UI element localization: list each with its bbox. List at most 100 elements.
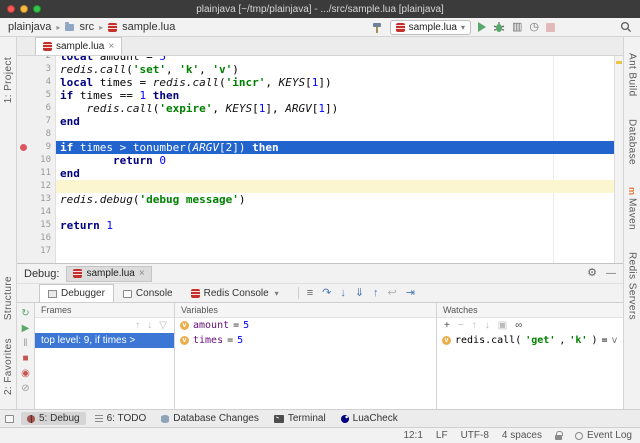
code-line[interactable] bbox=[56, 206, 623, 219]
tool-window-button-2-favorites[interactable]: 2: Favorites bbox=[3, 338, 14, 395]
coverage-icon[interactable]: ▥ bbox=[512, 21, 522, 33]
editor-line-10[interactable]: 10 return 0 bbox=[17, 154, 623, 167]
drop-frame-icon[interactable]: ↩ bbox=[388, 288, 397, 299]
editor-tab-sample-lua[interactable]: sample.lua × bbox=[35, 37, 123, 55]
editor-line-9[interactable]: 9 if times > tonumber(ARGV[2]) then bbox=[17, 141, 623, 154]
hide-frames-filter-icon[interactable]: ▽ bbox=[159, 320, 167, 331]
variable-row[interactable]: v amount = 5 bbox=[175, 318, 436, 333]
tool-window-button-structure[interactable]: Structure bbox=[3, 276, 14, 320]
gutter-line-14[interactable]: 14 bbox=[17, 206, 56, 219]
editor-line-12[interactable]: 12 bbox=[17, 180, 623, 193]
gutter-line-9[interactable]: 9 bbox=[17, 141, 56, 154]
gutter-line-13[interactable]: 13 bbox=[17, 193, 56, 206]
code-editor[interactable]: 2 local amount = 5 3 redis.call('set', 'k',… bbox=[17, 56, 623, 263]
move-watch-up-icon[interactable]: ↑ bbox=[472, 320, 477, 331]
code-line[interactable] bbox=[56, 128, 623, 141]
remove-watch-icon[interactable]: − bbox=[458, 320, 464, 331]
duplicate-watch-icon[interactable]: ▣ bbox=[498, 320, 507, 331]
run-button[interactable] bbox=[477, 22, 486, 32]
close-icon[interactable]: × bbox=[139, 268, 145, 279]
breadcrumb-file[interactable]: sample.lua bbox=[122, 21, 175, 33]
resume-icon[interactable]: ▶ bbox=[22, 322, 30, 335]
watch-row[interactable]: v redis.call('get', 'k') = v bbox=[437, 333, 623, 348]
close-window-button[interactable] bbox=[7, 5, 15, 13]
tool-window-button-1-project[interactable]: 1: Project bbox=[3, 57, 14, 103]
code-line[interactable]: local times = redis.call('incr', KEYS[1]… bbox=[56, 76, 623, 89]
editor-line-8[interactable]: 8 bbox=[17, 128, 623, 141]
tool-window-button-6-todo[interactable]: 6: TODO bbox=[89, 412, 153, 425]
variable-row[interactable]: v times = 5 bbox=[175, 333, 436, 348]
warning-stripe-marker[interactable] bbox=[616, 61, 622, 64]
breadcrumb-project[interactable]: plainjava bbox=[8, 21, 51, 33]
breakpoint-icon[interactable] bbox=[20, 144, 27, 151]
hide-tool-window-icon[interactable]: — bbox=[606, 268, 616, 279]
line-separator-indicator[interactable]: LF bbox=[436, 430, 448, 441]
editor-line-2[interactable]: 2 local amount = 5 bbox=[17, 56, 623, 63]
editor-line-4[interactable]: 4 local times = redis.call('incr', KEYS[1… bbox=[17, 76, 623, 89]
run-config-select[interactable]: sample.lua ▾ bbox=[389, 19, 471, 35]
code-line[interactable]: end bbox=[56, 115, 623, 128]
gutter-line-17[interactable]: 17 bbox=[17, 245, 56, 258]
chevron-down-icon[interactable]: ▾ bbox=[275, 289, 279, 298]
gutter-line-15[interactable]: 15 bbox=[17, 219, 56, 232]
code-line[interactable]: local amount = 5 bbox=[56, 56, 623, 63]
editor-line-5[interactable]: 5 if times == 1 then bbox=[17, 89, 623, 102]
editor-line-15[interactable]: 15 return 1 bbox=[17, 219, 623, 232]
code-line[interactable]: return 1 bbox=[56, 219, 623, 232]
code-line[interactable] bbox=[56, 180, 623, 193]
view-breakpoints-icon[interactable]: ◉ bbox=[21, 367, 30, 380]
encoding-indicator[interactable]: UTF-8 bbox=[461, 430, 489, 441]
stop-button[interactable] bbox=[546, 22, 555, 32]
debug-bug-button[interactable] bbox=[493, 21, 505, 33]
tool-window-button-maven[interactable]: m Maven bbox=[627, 187, 638, 230]
editor-line-14[interactable]: 14 bbox=[17, 206, 623, 219]
gutter-line-6[interactable]: 6 bbox=[17, 102, 56, 115]
gutter-line-3[interactable]: 3 bbox=[17, 63, 56, 76]
build-hammer-icon[interactable] bbox=[372, 22, 383, 33]
pause-icon[interactable]: ‖ bbox=[23, 337, 27, 350]
editor-line-16[interactable]: 16 bbox=[17, 232, 623, 245]
gutter-line-5[interactable]: 5 bbox=[17, 89, 56, 102]
tool-window-button-ant-build[interactable]: Ant Build bbox=[627, 53, 638, 97]
force-step-into-icon[interactable]: ⇓ bbox=[355, 288, 364, 299]
editor-line-17[interactable]: 17 bbox=[17, 245, 623, 258]
step-over-icon[interactable]: ↷ bbox=[322, 288, 331, 299]
add-watch-icon[interactable]: + bbox=[444, 320, 450, 331]
indent-indicator[interactable]: 4 spaces bbox=[502, 430, 542, 441]
editor-line-6[interactable]: 6 redis.call('expire', KEYS[1], ARGV[1]) bbox=[17, 102, 623, 115]
breadcrumb-src[interactable]: src bbox=[79, 21, 94, 33]
debug-session-tab[interactable]: sample.lua × bbox=[66, 265, 152, 282]
move-watch-down-icon[interactable]: ↓ bbox=[485, 320, 490, 331]
step-out-icon[interactable]: ↑ bbox=[373, 288, 379, 299]
previous-frame-icon[interactable]: ↑ bbox=[135, 320, 140, 331]
code-line[interactable]: redis.call('set', 'k', 'v') bbox=[56, 63, 623, 76]
run-to-cursor-icon[interactable]: ⇥ bbox=[406, 288, 415, 299]
code-line[interactable]: redis.call('expire', KEYS[1], ARGV[1]) bbox=[56, 102, 623, 115]
gear-icon[interactable]: ⚙ bbox=[587, 268, 597, 279]
debug-tab-redis-console[interactable]: Redis Console ▾ bbox=[182, 284, 288, 302]
step-into-icon[interactable]: ↓ bbox=[340, 288, 346, 299]
lock-icon[interactable] bbox=[554, 430, 563, 440]
tool-window-button-5-debug[interactable]: 5: Debug bbox=[21, 412, 86, 425]
tool-window-button-terminal[interactable]: Terminal bbox=[268, 412, 332, 425]
gutter-line-16[interactable]: 16 bbox=[17, 232, 56, 245]
show-watches-in-variables-icon[interactable]: ∞ bbox=[515, 320, 522, 331]
editor-line-7[interactable]: 7 end bbox=[17, 115, 623, 128]
frame-row-selected[interactable]: top level: 9, if times > bbox=[35, 333, 174, 348]
editor-line-3[interactable]: 3 redis.call('set', 'k', 'v') bbox=[17, 63, 623, 76]
gutter-line-7[interactable]: 7 bbox=[17, 115, 56, 128]
next-frame-icon[interactable]: ↓ bbox=[147, 320, 152, 331]
editor-line-11[interactable]: 11 end bbox=[17, 167, 623, 180]
gutter-line-8[interactable]: 8 bbox=[17, 128, 56, 141]
tool-window-button-database-changes[interactable]: Database Changes bbox=[155, 412, 265, 425]
gutter-line-12[interactable]: 12 bbox=[17, 180, 56, 193]
caret-position[interactable]: 12:1 bbox=[403, 430, 422, 441]
rerun-icon[interactable]: ↻ bbox=[21, 307, 29, 320]
close-icon[interactable]: × bbox=[108, 41, 114, 52]
code-line[interactable] bbox=[56, 245, 623, 258]
tool-window-button-luacheck[interactable]: LuaCheck bbox=[335, 412, 404, 425]
debug-tab-debugger[interactable]: Debugger bbox=[39, 284, 114, 302]
code-line[interactable]: return 0 bbox=[56, 154, 623, 167]
debug-tab-console[interactable]: Console bbox=[114, 284, 182, 302]
profiler-icon[interactable]: ◷ bbox=[529, 21, 539, 33]
